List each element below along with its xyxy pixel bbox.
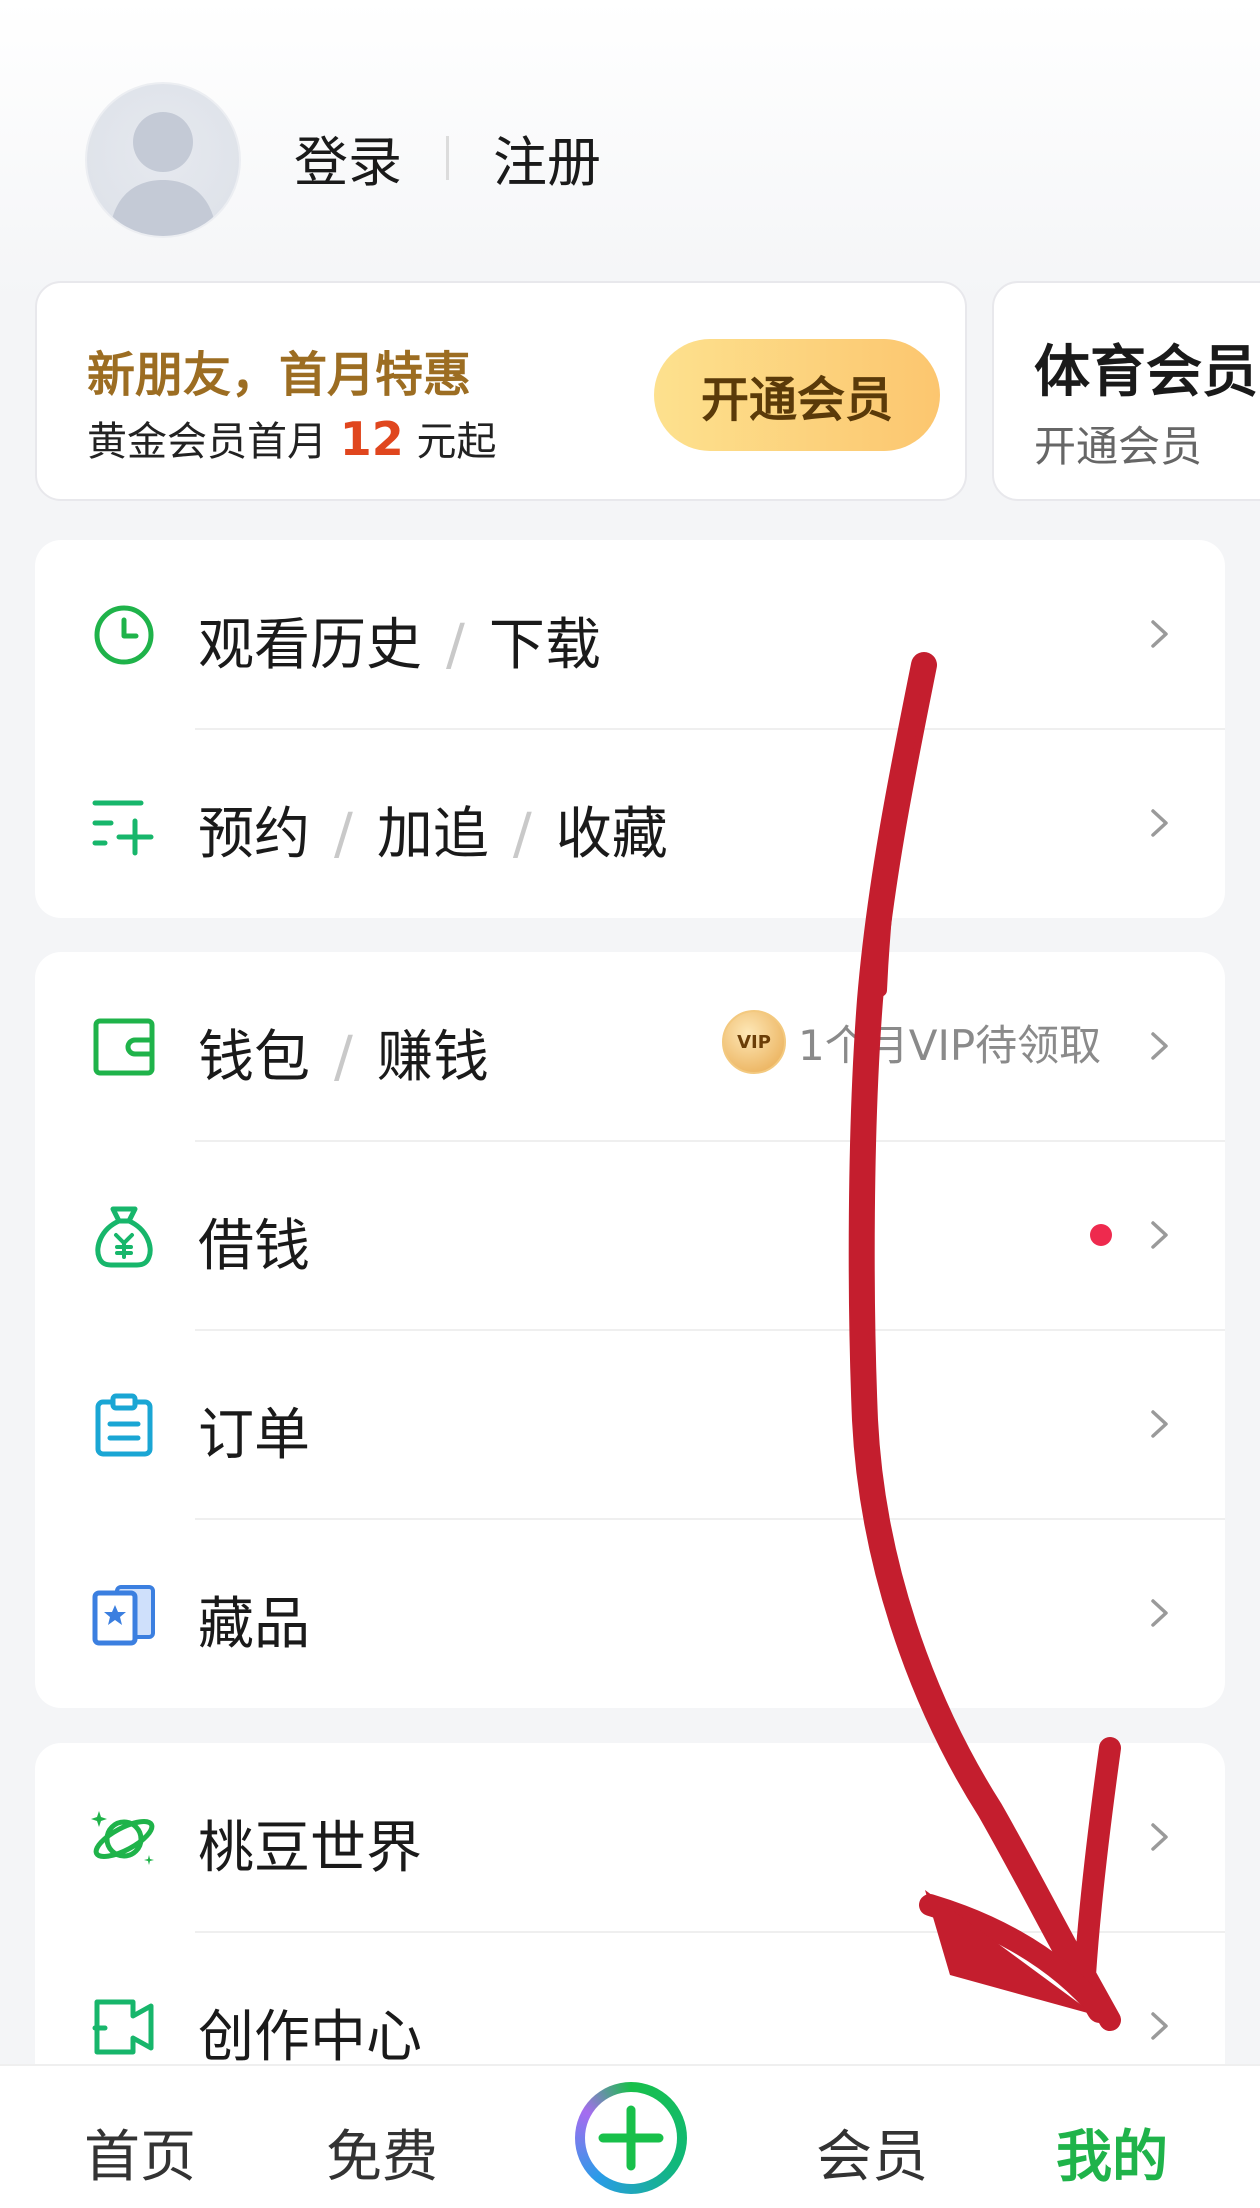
login-link[interactable]: 登录 xyxy=(294,118,402,197)
tab-member[interactable]: 会员 xyxy=(816,2112,928,2193)
menu-item-history-download[interactable]: 观看历史 / 下载 xyxy=(35,540,1225,729)
menu-item-label: 钱包 / 赚钱 xyxy=(198,1025,489,1090)
menu-item-label: 预约 / 加追 / 收藏 xyxy=(198,802,668,867)
chevron-right-icon xyxy=(1151,1221,1168,1249)
sports-card-subtitle: 开通会员 xyxy=(1034,422,1203,471)
clipboard-icon xyxy=(95,1393,153,1457)
menu-item-orders[interactable]: 订单 xyxy=(35,1330,1225,1519)
promo-card[interactable]: 新朋友，首月特惠 黄金会员首月 12 元起 开通会员 xyxy=(35,281,967,501)
tab-home[interactable]: 首页 xyxy=(84,2112,196,2193)
chevron-right-icon xyxy=(1151,1823,1168,1851)
menu-item-label: 创作中心 xyxy=(198,2005,422,2070)
menu-item-reservations[interactable]: 预约 / 加追 / 收藏 xyxy=(35,729,1225,918)
collectible-card-icon xyxy=(92,1585,155,1646)
chevron-right-icon xyxy=(1151,809,1168,837)
chevron-right-icon xyxy=(1151,1410,1168,1438)
auth-links: 登录 注册 xyxy=(294,118,601,197)
tab-mine[interactable]: 我的 xyxy=(1056,2112,1168,2193)
menu-item-wallet[interactable]: 钱包 / 赚钱 VIP 1个月VIP待领取 xyxy=(35,952,1225,1141)
vip-reward-text: 1个月VIP待领取 xyxy=(798,1020,1102,1070)
vip-reward-hint[interactable]: VIP 1个月VIP待领取 xyxy=(722,1010,1101,1074)
camera-icon xyxy=(92,1999,154,2055)
default-user-icon xyxy=(109,112,217,236)
promo-price: 12 xyxy=(339,412,404,466)
plus-icon xyxy=(598,2105,664,2171)
promo-title: 新朋友，首月特惠 xyxy=(87,347,472,403)
create-plus-button[interactable] xyxy=(575,2082,687,2194)
menu-item-label: 借钱 xyxy=(198,1214,310,1279)
auth-divider xyxy=(446,135,449,180)
money-bag-icon xyxy=(95,1206,153,1268)
menu-item-label: 桃豆世界 xyxy=(198,1816,422,1881)
wallet-icon xyxy=(93,1018,155,1076)
chevron-right-icon xyxy=(1151,2012,1168,2040)
avatar[interactable] xyxy=(85,82,241,238)
list-add-icon xyxy=(92,800,154,856)
chevron-right-icon xyxy=(1151,1599,1168,1627)
chevron-right-icon xyxy=(1151,620,1168,648)
vip-badge-icon: VIP xyxy=(722,1010,786,1074)
tab-free[interactable]: 免费 xyxy=(326,2112,438,2193)
sports-membership-card[interactable]: 体育会员 开通会员 xyxy=(992,281,1260,501)
menu-card-history: 观看历史 / 下载 预约 / 加追 / 收藏 xyxy=(35,540,1225,918)
menu-item-label: 订单 xyxy=(198,1403,310,1468)
open-membership-button[interactable]: 开通会员 xyxy=(654,339,940,451)
menu-item-label: 观看历史 / 下载 xyxy=(198,613,601,678)
menu-item-taodou-world[interactable]: 桃豆世界 xyxy=(35,1743,1225,1932)
chevron-right-icon xyxy=(1151,1032,1168,1060)
menu-item-collectibles[interactable]: 藏品 xyxy=(35,1519,1225,1708)
planet-icon xyxy=(91,1811,155,1865)
notification-dot xyxy=(1090,1224,1112,1246)
menu-item-loan[interactable]: 借钱 xyxy=(35,1141,1225,1330)
menu-item-label: 藏品 xyxy=(198,1592,310,1657)
sports-card-title: 体育会员 xyxy=(1034,340,1258,405)
clock-icon xyxy=(94,605,154,665)
register-link[interactable]: 注册 xyxy=(493,118,601,197)
menu-card-wallet: 钱包 / 赚钱 VIP 1个月VIP待领取 借钱 订单 藏品 xyxy=(35,952,1225,1708)
promo-subtitle: 黄金会员首月 12 元起 xyxy=(87,412,497,466)
